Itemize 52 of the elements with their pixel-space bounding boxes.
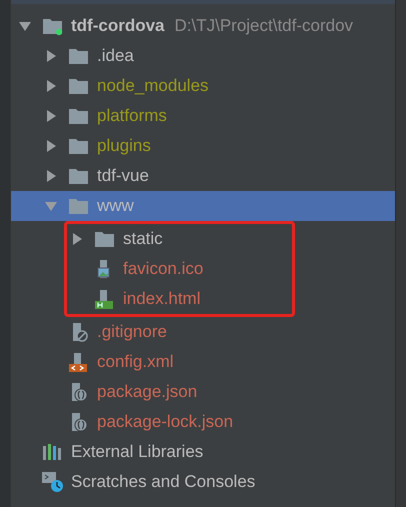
item-label: config.xml (97, 352, 174, 372)
item-label: package-lock.json (97, 412, 234, 432)
tree-row[interactable]: Scratches and Consoles (11, 467, 395, 497)
tree-row[interactable]: config.xml (11, 347, 395, 377)
tree-row[interactable]: static (11, 224, 292, 254)
scratches-icon (42, 472, 63, 492)
folder-icon (68, 136, 89, 156)
expand-arrow-icon[interactable] (44, 79, 58, 93)
item-label: External Libraries (71, 442, 204, 462)
folder-icon (68, 166, 89, 186)
tree-row[interactable]: package.json (11, 377, 395, 407)
collapse-arrow-icon[interactable] (18, 19, 32, 33)
folder-icon (68, 76, 89, 96)
expand-arrow-icon[interactable] (44, 169, 58, 183)
tree-row[interactable]: package-lock.json (11, 407, 395, 437)
item-label: .idea (97, 46, 134, 66)
libraries-icon (42, 442, 63, 462)
tree-row[interactable]: tdf-vue (11, 161, 395, 191)
item-label: plugins (97, 136, 151, 156)
module-folder-icon (42, 16, 63, 36)
project-name: tdf-cordova (71, 16, 164, 36)
expand-arrow-icon[interactable] (44, 139, 58, 153)
xml-file-icon (68, 352, 89, 372)
tree-row[interactable]: plugins (11, 131, 395, 161)
tree-row[interactable]: node_modules (11, 71, 395, 101)
expand-arrow-icon[interactable] (44, 109, 58, 123)
folder-icon (68, 106, 89, 126)
project-path: D:\TJ\Project\tdf-cordov (174, 16, 354, 36)
folder-icon (68, 46, 89, 66)
expand-arrow-icon[interactable] (70, 232, 84, 246)
item-label: index.html (123, 289, 200, 309)
tree-row[interactable]: favicon.ico (11, 254, 292, 284)
item-label: tdf-vue (97, 166, 149, 186)
item-label: Scratches and Consoles (71, 472, 256, 492)
item-label: www (97, 196, 134, 216)
item-label: favicon.ico (123, 259, 204, 279)
item-label: static (123, 229, 163, 249)
html-file-icon (94, 289, 115, 309)
tree-row[interactable]: tdf-cordova D:\TJ\Project\tdf-cordov (11, 11, 395, 41)
item-label: package.json (97, 382, 198, 402)
folder-icon (68, 196, 89, 216)
folder-icon (94, 229, 115, 249)
item-label: platforms (97, 106, 167, 126)
tree-row[interactable]: .gitignore (11, 317, 395, 347)
tree-row[interactable]: www (11, 191, 395, 221)
item-label: .gitignore (97, 322, 167, 342)
expand-arrow-icon[interactable] (44, 49, 58, 63)
tree-row[interactable]: External Libraries (11, 437, 395, 467)
tree-row[interactable]: index.html (11, 284, 292, 314)
item-label: node_modules (97, 76, 209, 96)
tree-row[interactable]: .idea (11, 41, 395, 71)
tree-row[interactable]: platforms (11, 101, 395, 131)
